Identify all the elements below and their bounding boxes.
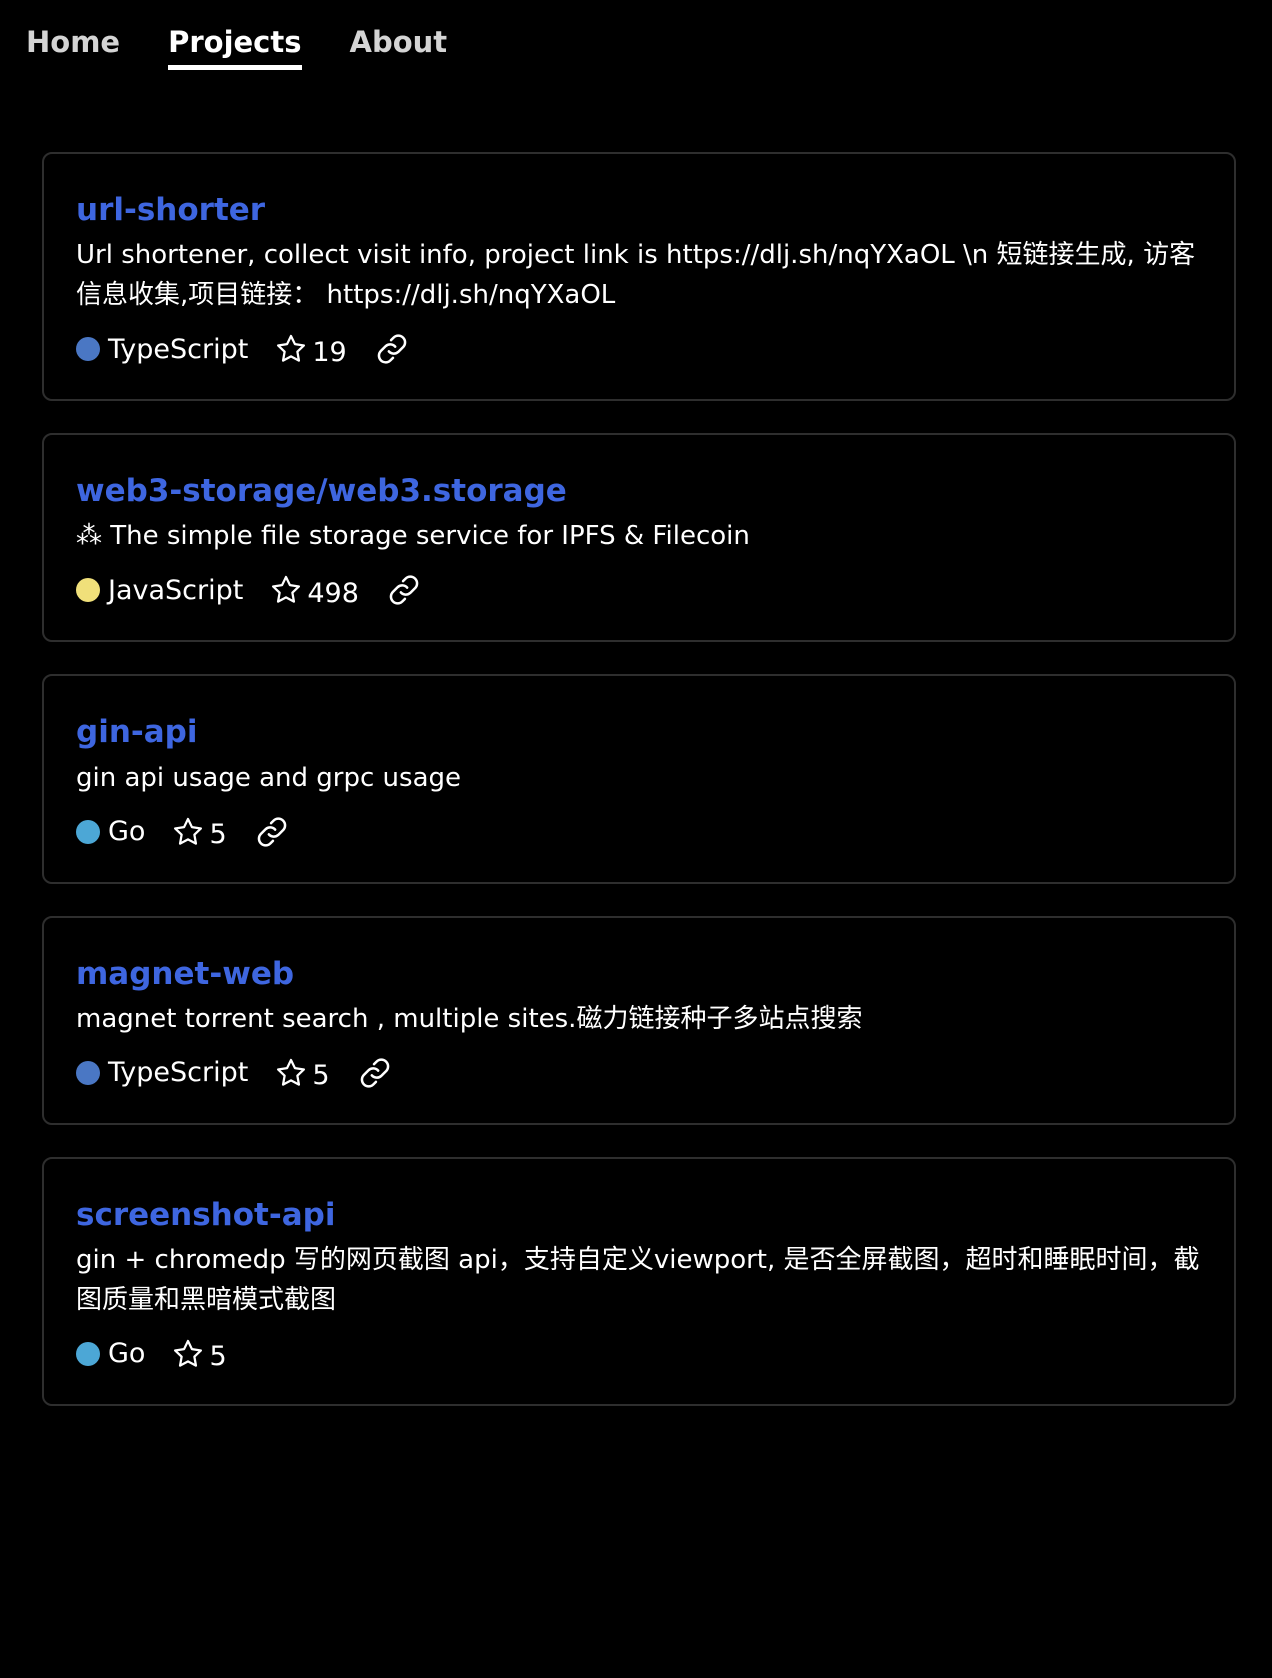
project-meta: JavaScript 498 xyxy=(76,570,1202,610)
star-count: 5 xyxy=(312,1060,330,1092)
project-meta: Go 5 xyxy=(76,1334,1202,1374)
project-description: magnet torrent search , multiple sites.磁… xyxy=(76,1003,863,1034)
stars: 5 xyxy=(171,1335,227,1373)
stars: 5 xyxy=(274,1054,330,1092)
project-title[interactable]: magnet-web xyxy=(76,956,1202,993)
language: Go xyxy=(76,1338,145,1369)
language: JavaScript xyxy=(76,575,243,606)
star-count: 5 xyxy=(209,1341,227,1373)
star-icon xyxy=(269,573,303,607)
project-card: url-shorter Url shortener, collect visit… xyxy=(42,152,1236,402)
project-card: magnet-web magnet torrent search , multi… xyxy=(42,915,1236,1125)
project-title[interactable]: gin-api xyxy=(76,714,1202,751)
stars: 498 xyxy=(269,572,359,609)
star-icon xyxy=(274,1056,308,1090)
star-icon xyxy=(274,332,308,366)
stars: 5 xyxy=(171,813,227,851)
language-color-dot xyxy=(76,578,100,603)
language-color-dot xyxy=(76,1341,100,1366)
top-nav: Home Projects About xyxy=(26,22,447,70)
project-card: web3-storage/web3.storage ⁂ The simple f… xyxy=(42,433,1236,643)
project-description: gin api usage and grpc usage xyxy=(76,762,462,793)
language-color-dot xyxy=(76,819,100,844)
star-count: 5 xyxy=(209,819,227,851)
project-meta: TypeScript 19 xyxy=(76,329,1202,369)
project-title[interactable]: url-shorter xyxy=(76,192,1202,229)
language-label: Go xyxy=(108,816,146,848)
language-label: TypeScript xyxy=(108,1057,249,1089)
link-icon[interactable] xyxy=(373,330,411,368)
language: Go xyxy=(76,816,145,847)
project-title[interactable]: web3-storage/web3.storage xyxy=(76,473,1202,510)
project-title[interactable]: screenshot-api xyxy=(76,1197,1202,1234)
star-icon xyxy=(171,815,205,849)
star-icon xyxy=(171,1337,205,1371)
language-label: TypeScript xyxy=(108,333,249,365)
language: TypeScript xyxy=(76,334,248,365)
project-list: url-shorter Url shortener, collect visit… xyxy=(42,152,1236,1438)
language-color-dot xyxy=(76,337,100,362)
link-icon[interactable] xyxy=(253,813,291,851)
link-icon[interactable] xyxy=(385,571,423,609)
project-meta: Go 5 xyxy=(76,812,1202,852)
nav-projects[interactable]: Projects xyxy=(168,22,302,70)
stars: 19 xyxy=(274,331,347,368)
project-meta: TypeScript 5 xyxy=(76,1053,1202,1093)
project-description: Url shortener, collect visit info, proje… xyxy=(76,240,1196,311)
language-color-dot xyxy=(76,1060,100,1085)
language: TypeScript xyxy=(76,1057,248,1088)
language-label: JavaScript xyxy=(108,574,244,606)
project-card: screenshot-api gin + chromedp 写的网页截图 api… xyxy=(42,1156,1236,1406)
star-count: 19 xyxy=(312,336,347,368)
project-card: gin-api gin api usage and grpc usage Go … xyxy=(42,674,1236,884)
project-description: gin + chromedp 写的网页截图 api，支持自定义viewport,… xyxy=(76,1244,1200,1315)
star-count: 498 xyxy=(307,577,359,609)
nav-about[interactable]: About xyxy=(350,22,448,70)
language-label: Go xyxy=(108,1338,146,1370)
link-icon[interactable] xyxy=(356,1054,394,1092)
nav-home[interactable]: Home xyxy=(26,22,120,70)
project-description: ⁂ The simple file storage service for IP… xyxy=(76,521,750,552)
